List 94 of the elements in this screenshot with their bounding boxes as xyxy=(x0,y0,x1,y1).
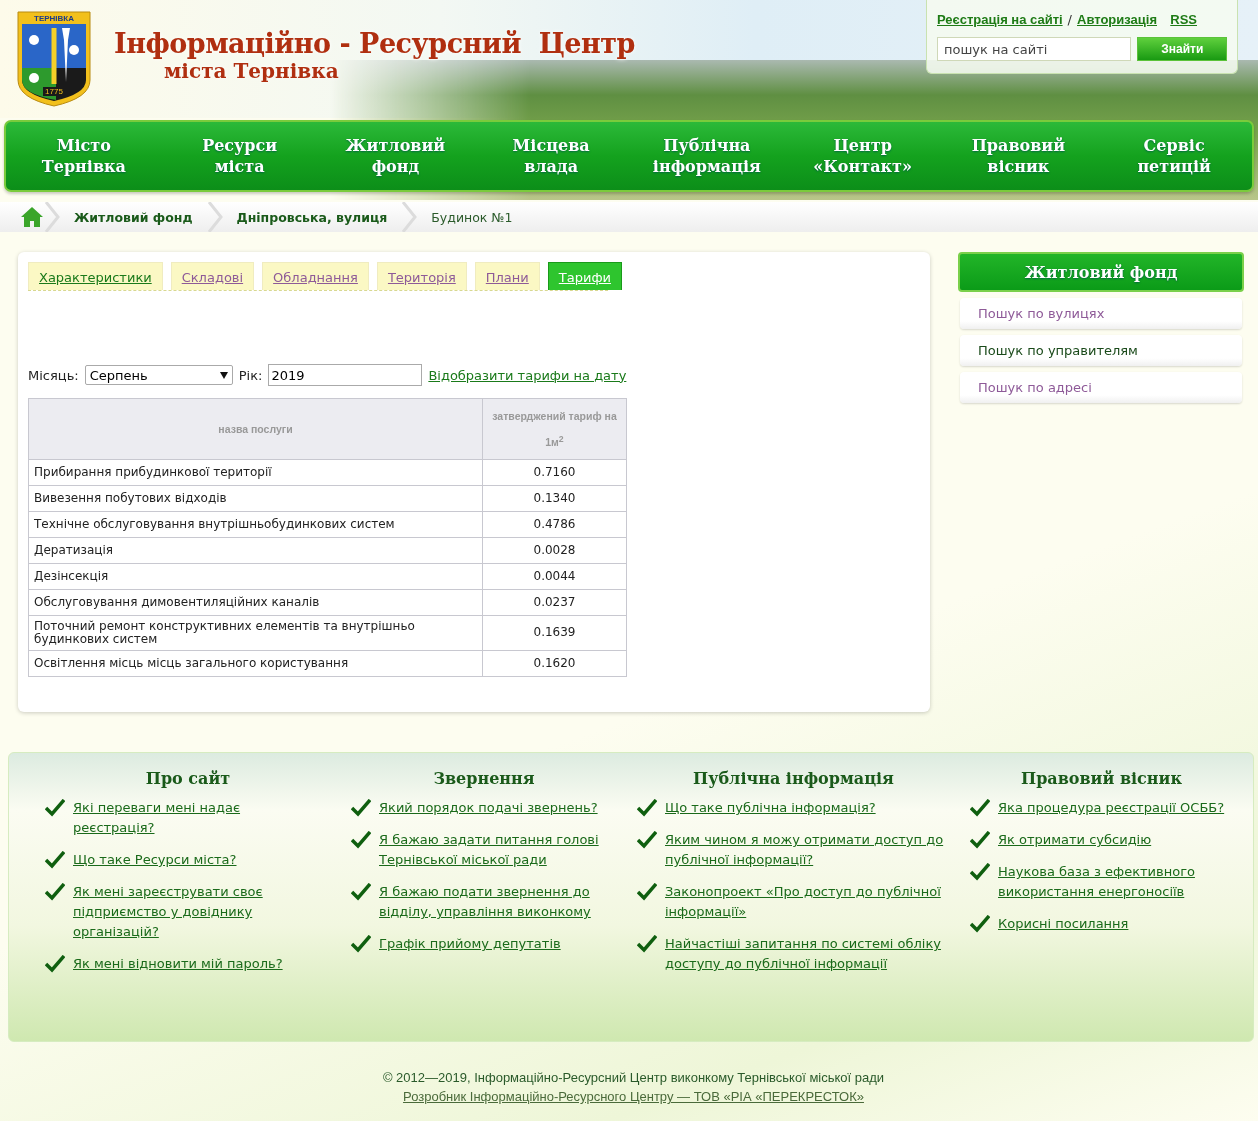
table-cell: Прибирання прибудинкової території xyxy=(28,459,483,485)
faq-link[interactable]: Законопроект «Про доступ до публічної інформації» xyxy=(665,882,955,922)
developer-link[interactable]: Розробник Інформаційно-Ресурсного Центру — ТОВ «РІА «ПЕРЕКРЕСТОК» xyxy=(403,1089,864,1104)
checkmark-icon xyxy=(970,915,990,933)
nav-item[interactable]: Сервіс петицій xyxy=(1137,135,1211,177)
caret-icon xyxy=(219,371,228,379)
column-header: назва послуги xyxy=(28,398,483,459)
home-icon[interactable] xyxy=(20,206,44,228)
current-page-label: Будинок №1 xyxy=(430,209,514,225)
faq-link[interactable]: Яким чином я можу отримати доступ до публічної інформації? xyxy=(665,830,955,870)
faq-link[interactable]: Корисні посилання xyxy=(998,914,1129,934)
checkmark-icon xyxy=(637,935,657,953)
checkmark-icon xyxy=(45,799,65,817)
faq-link[interactable]: Я бажаю задати питання голові Тернівської міської ради xyxy=(379,830,637,870)
table-cell: Обслуговування димовентиляційних каналів xyxy=(28,589,483,615)
table-cell: Освітлення місць місць загального користування xyxy=(28,650,483,676)
month-label: Місяць: xyxy=(28,367,79,383)
footer-heading: Публічна інформація xyxy=(692,769,895,788)
tab[interactable]: Плани xyxy=(474,262,540,290)
checkmark-icon xyxy=(637,831,657,849)
nav-item[interactable]: Правовий вісник xyxy=(971,135,1066,177)
faq-link[interactable]: Я бажаю подати звернення до відділу, управління виконкому xyxy=(379,882,637,922)
faq-link[interactable]: Як мені відновити мій пароль? xyxy=(73,954,283,974)
faq-link[interactable]: Як отримати субсидію xyxy=(998,830,1152,850)
copyright-text: © 2012—2019, Інформаційно-Ресурсний Центр виконкому Тернівської міської ради xyxy=(382,1070,885,1085)
faq-link[interactable]: Які переваги мені надає реєстрація? xyxy=(73,798,323,838)
checkmark-icon xyxy=(637,799,657,817)
checkmark-icon xyxy=(970,863,990,881)
table-cell: 0.4786 xyxy=(482,511,627,537)
sidebar-item[interactable]: Пошук по управителям xyxy=(960,335,1242,366)
checkmark-icon xyxy=(45,851,65,869)
checkmark-icon xyxy=(970,799,990,817)
chevron-icon xyxy=(401,202,418,232)
month-dropdown[interactable]: Серпень xyxy=(84,365,233,385)
tab[interactable]: Обладнання xyxy=(262,262,369,290)
faq-link[interactable]: Найчастіші запитання по системі обліку доступу до публічної інформації xyxy=(665,934,955,974)
link-separator: / xyxy=(1067,12,1072,27)
nav-item[interactable]: Центр «Контакт» xyxy=(813,135,912,177)
table-cell: Дезінсекція xyxy=(28,563,483,589)
checkmark-icon xyxy=(351,935,371,953)
faq-link[interactable]: Що таке публічна інформація? xyxy=(665,798,876,818)
nav-item[interactable]: Житловий фонд xyxy=(345,135,446,177)
sidebar-item[interactable]: Пошук по вулицях xyxy=(960,298,1242,329)
nav-item[interactable]: Місто Тернівка xyxy=(41,135,126,177)
table-cell: Поточний ремонт конструктивних елементів та внутрішньо будинкових систем xyxy=(28,615,483,650)
tab[interactable]: Складові xyxy=(170,262,255,290)
coat-of-arms-logo: ТЕРНІВКА 1775 xyxy=(16,10,92,108)
checkmark-icon xyxy=(970,831,990,849)
checkmark-icon xyxy=(351,831,371,849)
nav-item[interactable]: Публічна інформація xyxy=(652,135,761,177)
search-field[interactable]: пошук на сайті xyxy=(937,37,1132,61)
footer-heading: Правовий вісник xyxy=(1020,769,1183,788)
chevron-icon xyxy=(44,202,60,232)
checkmark-icon xyxy=(45,955,65,973)
table-cell: 0.1620 xyxy=(482,650,627,676)
faq-link[interactable]: Графік прийому депутатів xyxy=(379,934,561,954)
breadcrumb-link[interactable]: Дніпровська, вулиця xyxy=(222,209,402,225)
sidebar-title: Житловий фонд xyxy=(958,252,1244,292)
nav-item[interactable]: Ресурси міста xyxy=(202,135,278,177)
table-cell: 0.0237 xyxy=(482,589,627,615)
faq-link[interactable]: Наукова база з ефективного використання енергоносіїв xyxy=(998,862,1248,902)
faq-link[interactable]: Як мені зареєструвати своє підприємство у довіднику організацій? xyxy=(73,882,323,942)
account-link[interactable]: Авторизація xyxy=(1077,12,1157,27)
year-label: Рік: xyxy=(238,367,263,383)
table-cell: Дератизація xyxy=(28,537,483,563)
faq-link[interactable]: Який порядок подачі звернень? xyxy=(379,798,598,818)
footer-heading: Звернення xyxy=(432,769,536,788)
breadcrumb-link[interactable]: Житловий фонд xyxy=(60,209,207,225)
table-cell: 0.7160 xyxy=(482,459,627,485)
tab[interactable]: Територія xyxy=(376,262,467,290)
sidebar-item[interactable]: Пошук по адресі xyxy=(960,372,1242,403)
faq-link[interactable]: Яка процедура реєстрації ОСББ? xyxy=(998,798,1225,818)
faq-link[interactable]: Що таке Ресурси міста? xyxy=(73,850,237,870)
table-cell: Вивезення побутових відходів xyxy=(28,485,483,511)
checkmark-icon xyxy=(637,883,657,901)
table-cell: 0.0028 xyxy=(482,537,627,563)
rss-link[interactable]: RSS xyxy=(1170,12,1197,27)
site-title: Інформаційно - Ресурсний Центр xyxy=(114,28,635,59)
table-cell: 0.1340 xyxy=(482,485,627,511)
nav-item[interactable]: Місцева влада xyxy=(512,135,590,177)
year-field[interactable]: 2019 xyxy=(268,364,423,386)
site-subtitle: міста Тернівка xyxy=(164,59,339,83)
table-cell: Технічне обслуговування внутрішньобудинкових систем xyxy=(28,511,483,537)
tab[interactable]: Характеристики xyxy=(28,262,163,290)
checkmark-icon xyxy=(45,883,65,901)
table-cell: 0.1639 xyxy=(482,615,627,650)
checkmark-icon xyxy=(351,883,371,901)
footer-heading: Про сайт xyxy=(144,769,232,788)
checkmark-icon xyxy=(351,799,371,817)
chevron-icon xyxy=(206,202,223,232)
column-header: затверджений тариф на 1м$^{2}$ xyxy=(482,398,627,459)
show-tariffs-link[interactable]: Відобразити тарифи на дату xyxy=(428,367,627,383)
account-link[interactable]: Реєстрація на сайті xyxy=(937,12,1063,27)
table-cell: 0.0044 xyxy=(482,563,627,589)
